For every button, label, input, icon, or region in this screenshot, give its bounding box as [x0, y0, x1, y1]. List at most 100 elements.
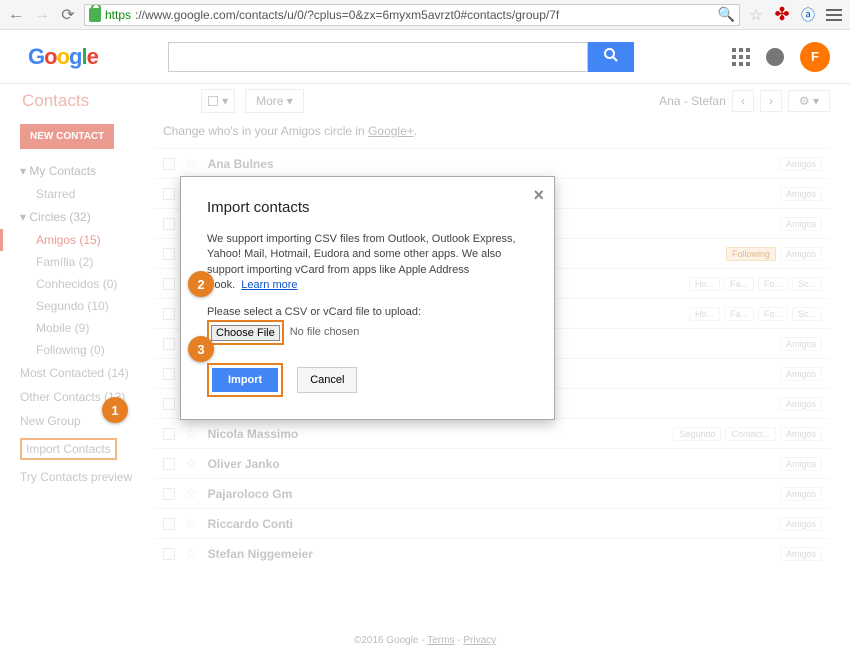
menu-button[interactable] [824, 5, 844, 25]
row-checkbox[interactable] [163, 248, 175, 260]
import-button[interactable]: Import [212, 368, 278, 392]
settings-gear-icon[interactable]: ⚙ ▾ [788, 90, 830, 112]
tag[interactable]: Segundo [673, 427, 721, 441]
google-logo[interactable]: Google [28, 44, 98, 70]
sidebar-new-group[interactable]: New Group [20, 409, 155, 433]
sidebar-group-familia[interactable]: Família (2) [20, 251, 155, 273]
modal-close-button[interactable]: × [533, 185, 544, 206]
bookmark-star-icon[interactable]: ☆ [746, 5, 766, 25]
tag[interactable]: Fo... [758, 307, 788, 321]
tag[interactable]: Amigos [780, 397, 822, 411]
terms-link[interactable]: Terms [427, 635, 454, 646]
extension-icon-2[interactable]: ⓐ [798, 5, 818, 25]
row-checkbox[interactable] [163, 488, 175, 500]
tag[interactable]: Sc... [792, 277, 822, 291]
tag[interactable]: Amigos [780, 247, 822, 261]
prev-page-button[interactable]: ‹ [732, 90, 754, 112]
select-all-checkbox[interactable]: ▾ [201, 89, 235, 113]
tag[interactable]: Amigos [780, 217, 822, 231]
tag[interactable]: Amigos [780, 487, 822, 501]
notifications-icon[interactable] [766, 48, 784, 66]
row-checkbox[interactable] [163, 188, 175, 200]
sidebar-group-amigos[interactable]: Amigos (15) [20, 229, 155, 251]
reload-button[interactable]: ⟳ [58, 5, 78, 25]
contact-row[interactable]: ☆ Stefan Niggemeier Amigos [155, 538, 830, 568]
star-icon[interactable]: ☆ [185, 545, 198, 562]
sidebar-circles[interactable]: ▾ Circles (32) [20, 205, 155, 229]
extension-icon-1[interactable]: ✤ [772, 5, 792, 25]
contact-row[interactable]: ☆Riccardo ContiAmigos [155, 508, 830, 538]
row-checkbox[interactable] [163, 368, 175, 380]
header-icons: F [732, 42, 830, 72]
apps-grid-icon[interactable] [732, 48, 750, 66]
row-checkbox[interactable] [163, 518, 175, 530]
forward-button[interactable]: → [32, 5, 52, 25]
tag[interactable]: Sc... [792, 307, 822, 321]
row-checkbox[interactable] [163, 428, 175, 440]
row-checkbox[interactable] [163, 548, 175, 560]
tag[interactable]: Fa... [724, 307, 754, 321]
search-button[interactable] [588, 42, 634, 72]
tag[interactable]: Amigos [780, 337, 822, 351]
back-button[interactable]: ← [6, 5, 26, 25]
tag[interactable]: Amigos [780, 457, 822, 471]
no-file-label: No file chosen [290, 326, 360, 338]
tag[interactable]: Fo... [758, 277, 788, 291]
google-plus-link[interactable]: Google+ [368, 124, 414, 138]
row-checkbox[interactable] [163, 218, 175, 230]
sidebar-starred[interactable]: Starred [20, 183, 155, 205]
sidebar-other-contacts[interactable]: Other Contacts (13) [20, 385, 155, 409]
search-input[interactable] [168, 42, 588, 72]
choose-file-button[interactable]: Choose File [211, 325, 280, 341]
tag[interactable]: Amigos [780, 427, 822, 441]
sidebar-try-preview[interactable]: Try Contacts preview [20, 465, 155, 489]
sidebar-group-following[interactable]: Following (0) [20, 339, 155, 361]
star-icon[interactable]: ☆ [185, 155, 198, 172]
contact-row[interactable]: ☆Pajaroloco GmAmigos [155, 478, 830, 508]
sidebar-group-segundo[interactable]: Segundo (10) [20, 295, 155, 317]
tag[interactable]: Amigos [780, 547, 822, 561]
tag[interactable]: Contact... [725, 427, 776, 441]
tag[interactable]: Fa... [724, 277, 754, 291]
tag[interactable]: Ho... [689, 307, 720, 321]
sidebar-most-contacted[interactable]: Most Contacted (14) [20, 361, 155, 385]
star-icon[interactable]: ☆ [185, 425, 198, 442]
search-form [168, 42, 634, 72]
row-checkbox[interactable] [163, 338, 175, 350]
star-icon[interactable]: ☆ [185, 485, 198, 502]
avatar[interactable]: F [800, 42, 830, 72]
contact-tags: Amigos [780, 337, 822, 351]
cancel-button[interactable]: Cancel [297, 367, 357, 393]
new-contact-button[interactable]: NEW CONTACT [20, 124, 114, 149]
row-checkbox[interactable] [163, 458, 175, 470]
star-icon[interactable]: ☆ [185, 515, 198, 532]
tag[interactable]: Amigos [780, 517, 822, 531]
contact-row[interactable]: ☆Ana BulnesAmigos [155, 148, 830, 178]
sidebar-group-conhecidos[interactable]: Conhecidos (0) [20, 273, 155, 295]
row-checkbox[interactable] [163, 158, 175, 170]
url-bar[interactable]: https ://www.google.com/contacts/u/0/?cp… [84, 4, 740, 26]
tag[interactable]: Ho... [689, 277, 720, 291]
row-checkbox[interactable] [163, 398, 175, 410]
tag[interactable]: Amigos [780, 157, 822, 171]
privacy-link[interactable]: Privacy [463, 635, 496, 646]
star-icon[interactable]: ☆ [185, 455, 198, 472]
sidebar-my-contacts[interactable]: ▾ My Contacts [20, 159, 155, 183]
contact-name: Stefan Niggemeier [208, 547, 313, 561]
row-checkbox[interactable] [163, 308, 175, 320]
tag[interactable]: Amigos [780, 367, 822, 381]
modal-description: We support importing CSV files from Outl… [207, 232, 528, 294]
row-checkbox[interactable] [163, 278, 175, 290]
more-menu[interactable]: More ▾ [245, 89, 304, 113]
next-page-button[interactable]: › [760, 90, 782, 112]
tag[interactable]: Following [726, 247, 776, 261]
tag[interactable]: Amigos [780, 187, 822, 201]
import-button-wrap: Import [207, 363, 283, 397]
sidebar-group-mobile[interactable]: Mobile (9) [20, 317, 155, 339]
callout-badge-2: 2 [188, 271, 214, 297]
sidebar-import-contacts[interactable]: Import Contacts [20, 433, 155, 465]
contact-row[interactable]: ☆Nicola MassimoSegundoContact...Amigos [155, 418, 830, 448]
contact-row[interactable]: ☆Oliver JankoAmigos [155, 448, 830, 478]
contacts-toolbar: Contacts ▾ More ▾ Ana - Stefan ‹ › ⚙ ▾ [0, 84, 850, 118]
learn-more-link[interactable]: Learn more [241, 279, 297, 291]
